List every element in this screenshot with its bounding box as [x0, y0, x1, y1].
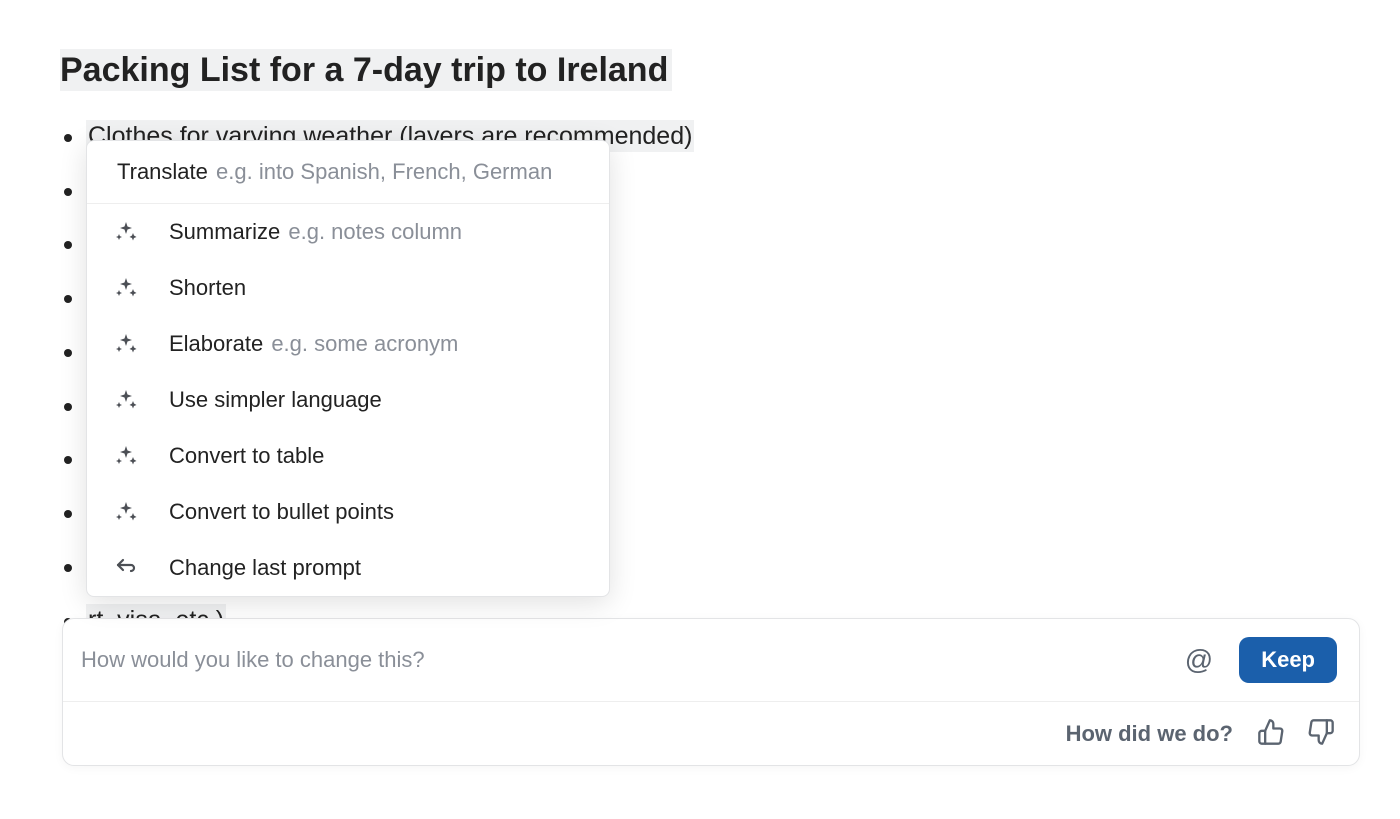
menu-item-convert-table[interactable]: Convert to table: [87, 428, 609, 484]
menu-item-hint: e.g. into Spanish, French, German: [216, 159, 552, 184]
sparkle-icon: [113, 220, 139, 244]
prompt-input[interactable]: [81, 647, 1177, 673]
mention-button[interactable]: @: [1177, 642, 1221, 678]
sparkle-icon: [113, 444, 139, 468]
menu-item-convert-bullets[interactable]: Convert to bullet points: [87, 484, 609, 540]
menu-item-elaborate[interactable]: Elaborate e.g. some acronym: [87, 316, 609, 372]
menu-item-label: Convert to bullet points: [169, 499, 394, 525]
menu-item-translate[interactable]: Translate e.g. into Spanish, French, Ger…: [87, 141, 609, 204]
menu-item-shorten[interactable]: Shorten: [87, 260, 609, 316]
page-title: Packing List for a 7-day trip to Ireland: [60, 49, 672, 91]
sparkle-icon: [113, 276, 139, 300]
menu-item-label: Convert to table: [169, 443, 324, 469]
prompt-input-row: @ Keep: [63, 619, 1359, 702]
menu-item-summarize[interactable]: Summarize e.g. notes column: [87, 204, 609, 260]
feedback-label: How did we do?: [1066, 721, 1233, 747]
sparkle-icon: [113, 500, 139, 524]
ai-action-menu: Translate e.g. into Spanish, French, Ger…: [86, 140, 610, 597]
thumbs-down-icon: [1307, 734, 1335, 749]
menu-item-label: Change last prompt: [169, 555, 361, 581]
thumbs-up-button[interactable]: [1255, 716, 1287, 751]
menu-item-label: Summarize: [169, 219, 280, 244]
menu-item-hint: e.g. some acronym: [271, 331, 458, 356]
menu-item-label: Shorten: [169, 275, 246, 301]
menu-item-simpler-language[interactable]: Use simpler language: [87, 372, 609, 428]
thumbs-up-icon: [1257, 734, 1285, 749]
keep-button[interactable]: Keep: [1239, 637, 1337, 683]
feedback-row: How did we do?: [63, 702, 1359, 765]
prompt-bar: @ Keep How did we do?: [62, 618, 1360, 766]
menu-item-label: Translate: [117, 159, 208, 184]
menu-item-hint: e.g. notes column: [288, 219, 462, 244]
menu-item-label: Use simpler language: [169, 387, 382, 413]
thumbs-down-button[interactable]: [1305, 716, 1337, 751]
sparkle-icon: [113, 332, 139, 356]
sparkle-icon: [113, 388, 139, 412]
menu-item-change-prompt[interactable]: Change last prompt: [87, 540, 609, 596]
menu-item-label: Elaborate: [169, 331, 263, 356]
return-icon: [113, 556, 139, 580]
